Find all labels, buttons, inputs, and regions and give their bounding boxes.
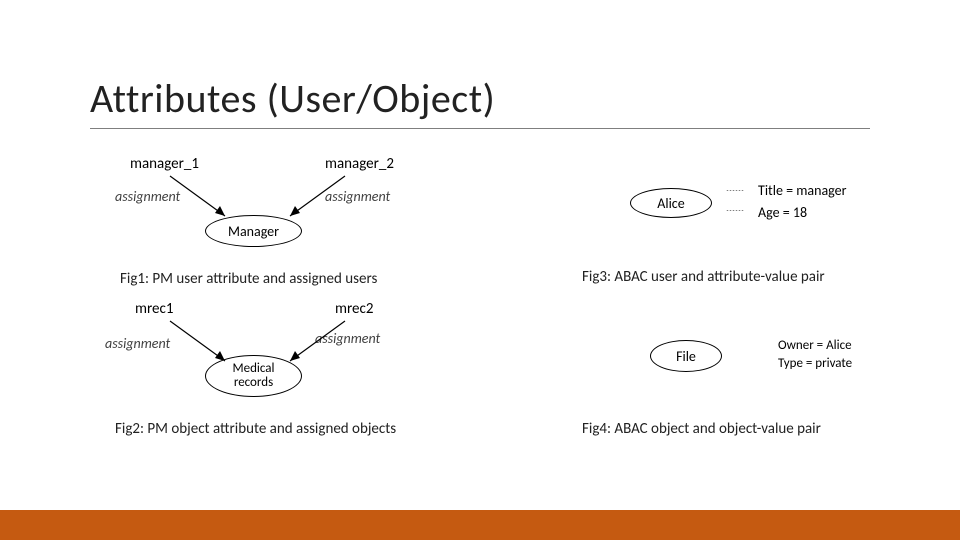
- fig1-diagram: manager_1 manager_2 assignment assignmen…: [100, 155, 470, 270]
- fig4-attr2: Type = private: [778, 356, 852, 371]
- fig4-caption: Fig4: ABAC object and object-value pair: [582, 420, 821, 438]
- fig4-attr1: Owner = Alice: [778, 338, 852, 353]
- fig3-dash-top: [718, 190, 753, 191]
- fig2-arrow-left: [155, 316, 245, 366]
- fig3-oval: Alice: [630, 188, 712, 218]
- fig1-bottom-label: Manager: [228, 223, 279, 240]
- fig3-node-label: Alice: [657, 195, 684, 212]
- fig4-node-label: File: [676, 348, 696, 365]
- slide: Attributes (User/Object) manager_1 manag…: [0, 0, 960, 540]
- fig3-caption: Fig3: ABAC user and attribute-value pair: [582, 268, 825, 286]
- fig1-arrow-left: [155, 171, 245, 221]
- fig2-diagram: mrec1 mrec2 assignment assignment Medica…: [100, 300, 470, 420]
- fig3-dash-bottom: [718, 210, 753, 211]
- fig1-caption: Fig1: PM user attribute and assigned use…: [120, 270, 377, 288]
- fig4-oval: File: [650, 340, 722, 372]
- fig4-diagram: File Owner = Alice Type = private: [600, 330, 900, 400]
- fig3-attr1: Title = manager: [758, 182, 846, 199]
- page-title: Attributes (User/Object): [90, 74, 495, 123]
- fig3-attr2: Age = 18: [758, 204, 807, 221]
- fig2-arrow-right: [265, 316, 355, 366]
- fig3-diagram: Alice Title = manager Age = 18: [600, 170, 900, 240]
- title-underline: [90, 128, 870, 129]
- fig1-arrow-right: [265, 171, 355, 221]
- bottom-accent-bar: [0, 510, 960, 540]
- fig2-caption: Fig2: PM object attribute and assigned o…: [115, 420, 396, 438]
